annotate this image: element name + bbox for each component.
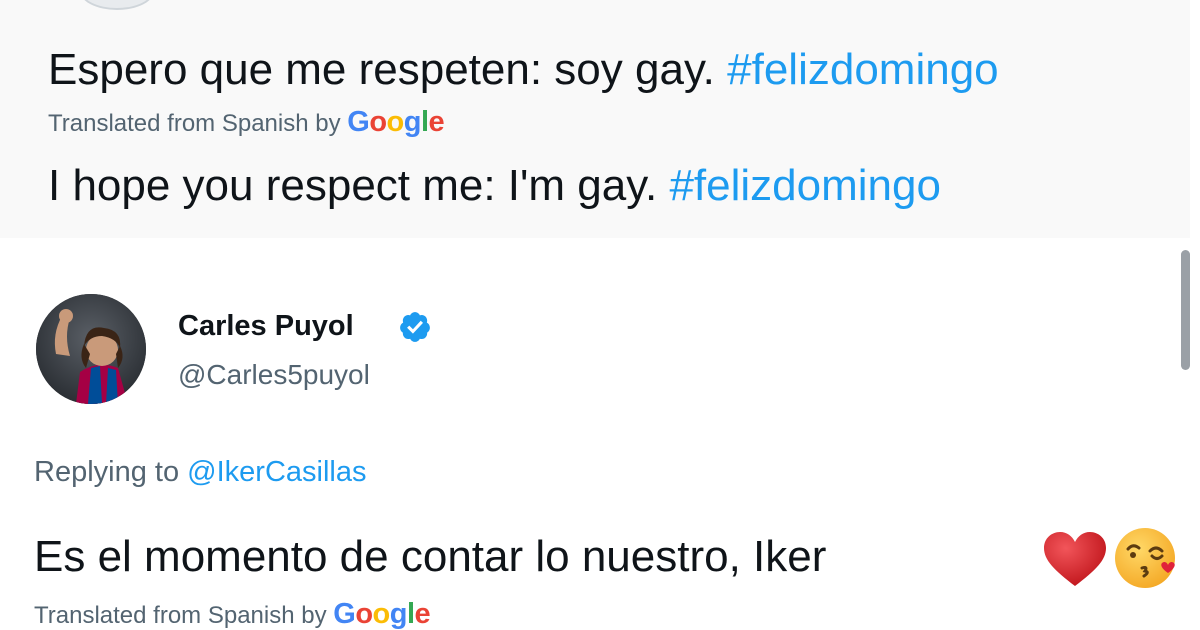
hashtag-link[interactable]: #felizdomingo (669, 161, 941, 210)
google-logo: Google (333, 598, 431, 630)
face-blowing-kiss-icon (1115, 528, 1175, 588)
translated-text: I hope you respect me: I'm gay. (48, 161, 658, 210)
translated-label: Translated from Spanish by (34, 602, 327, 629)
translation-attribution: Translated from Spanish by Google (48, 106, 445, 138)
replying-label: Replying to (34, 456, 180, 488)
author-handle[interactable]: @Carles5puyol (178, 358, 370, 392)
tweet-text: Espero que me respeten: soy gay. (48, 45, 715, 94)
hashtag-link[interactable]: #felizdomingo (727, 45, 999, 94)
avatar[interactable] (80, 0, 154, 10)
verified-badge-icon (400, 312, 430, 342)
reply-tweet-text: Es el momento de contar lo nuestro, Iker (34, 532, 827, 581)
author-name[interactable]: Carles Puyol (178, 308, 354, 344)
mention-link[interactable]: @IkerCasillas (187, 456, 366, 488)
author-avatar[interactable] (36, 294, 146, 404)
translation-attribution: Translated from Spanish by Google (34, 598, 431, 630)
google-logo: Google (347, 106, 445, 138)
heart-icon (1044, 532, 1106, 586)
translated-label: Translated from Spanish by (48, 110, 341, 137)
scrollbar[interactable] (1181, 250, 1190, 370)
replying-to: Replying to @IkerCasillas (34, 454, 366, 490)
original-tweet: Espero que me respeten: soy gay. #felizd… (0, 0, 1190, 238)
tweet-original-text: Espero que me respeten: soy gay. #felizd… (48, 44, 999, 96)
tweet-translation-text: I hope you respect me: I'm gay. #felizdo… (48, 160, 941, 212)
